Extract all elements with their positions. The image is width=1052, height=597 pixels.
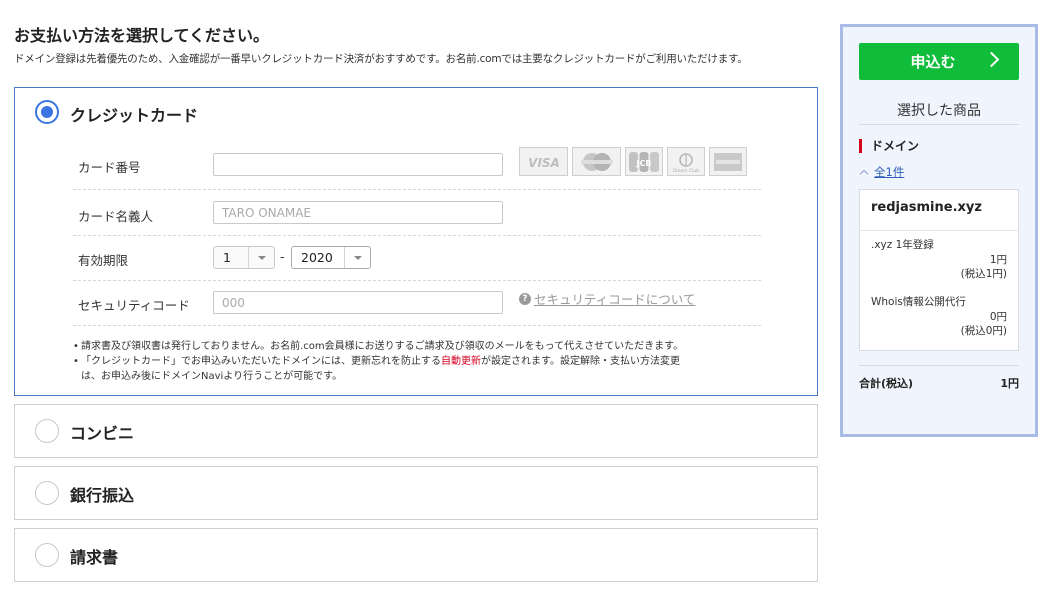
apply-button-label: 申込む [910, 53, 956, 71]
payment-method-convenience-store[interactable]: コンビニ [14, 404, 818, 458]
svg-text:VISA: VISA [528, 156, 560, 169]
credit-card-label: クレジットカード [70, 106, 199, 125]
expiry-year-select[interactable]: 2020 [291, 246, 371, 269]
total-value: 1円 [1000, 377, 1019, 390]
divider [860, 230, 1018, 231]
domain-section-label: ドメイン [871, 139, 920, 153]
chevron-down-icon [344, 247, 370, 268]
security-code-help-text: セキュリティコードについて [534, 292, 696, 307]
chevron-down-icon [248, 247, 274, 268]
bank-transfer-radio[interactable] [35, 481, 59, 505]
whois-privacy-price-tax: (税込0円) [960, 325, 1007, 337]
all-items-label: 全1件 [874, 165, 905, 179]
amex-logo-icon [709, 147, 747, 176]
divider [859, 124, 1019, 125]
registration-label: .xyz 1年登録 [871, 239, 934, 251]
divider [859, 365, 1019, 366]
expiry-month-value: 1 [223, 250, 231, 265]
visa-logo-icon: VISA [519, 147, 568, 176]
note-item: • 「クレジットカード」でお申込みいただいたドメインには、更新忘れを防止する 自動更… [73, 356, 680, 367]
invoice-radio[interactable] [35, 543, 59, 567]
payment-method-bank-transfer[interactable]: 銀行振込 [14, 466, 818, 520]
auto-renew-highlight: 自動更新 [441, 356, 481, 367]
question-icon: ? [519, 292, 531, 305]
invoice-label: 請求書 [70, 548, 119, 567]
note-text: 「クレジットカード」でお申込みいただいたドメインには、更新忘れを防止する [81, 356, 441, 367]
svg-text:Diners Club: Diners Club [673, 168, 699, 173]
card-holder-input[interactable] [213, 201, 503, 224]
note-text: は、お申込み後にドメインNaviより行うことが可能です。 [81, 371, 343, 382]
security-code-input[interactable] [213, 291, 503, 314]
chevron-up-icon [859, 169, 869, 178]
page-title: お支払い方法を選択してください。 [14, 26, 270, 45]
expiry-label: 有効期限 [78, 253, 129, 268]
note-text: 請求書及び領収書は発行しておりません。お名前.com会員様にお送りするご請求及び… [81, 341, 684, 352]
page-description: ドメイン登録は先着優先のため、入金確認が一番早いクレジットカード決済がおすすめで… [14, 53, 748, 65]
total-label: 合計(税込) [859, 377, 914, 390]
domain-name: redjasmine.xyz [871, 200, 982, 215]
registration-price: 1円 [989, 254, 1007, 266]
diners-club-logo-icon: Diners Club [667, 147, 705, 176]
card-number-input[interactable] [213, 153, 503, 176]
convenience-store-radio[interactable] [35, 419, 59, 443]
credit-card-radio[interactable] [35, 100, 59, 124]
expiry-separator: - [280, 249, 285, 264]
chevron-right-icon [983, 51, 1000, 68]
selected-items-title: 選択した商品 [897, 103, 981, 119]
apply-button[interactable]: 申込む [859, 43, 1019, 80]
security-code-row: セキュリティコード ? セキュリティコードについて [73, 281, 761, 326]
expiry-month-select[interactable]: 1 [213, 246, 275, 269]
mastercard-logo-icon [572, 147, 621, 176]
card-number-row: カード番号 VISA JCB Diners Club [73, 144, 761, 190]
note-text: が設定されます。設定解除・支払い方法変更 [481, 356, 680, 367]
toggle-all-items-link[interactable]: 全1件 [859, 164, 905, 180]
cart-item: redjasmine.xyz .xyz 1年登録 1円 (税込1円) Whois… [859, 189, 1019, 351]
section-marker [859, 138, 862, 153]
domain-section-heading: ドメイン [859, 137, 919, 154]
card-holder-row: カード名義人 [73, 190, 761, 236]
payment-method-invoice[interactable]: 請求書 [14, 528, 818, 582]
security-code-label: セキュリティコード [78, 298, 190, 313]
registration-price-tax: (税込1円) [960, 268, 1007, 280]
note-item: • 請求書及び領収書は発行しておりません。お名前.com会員様にお送りするご請求及… [73, 341, 684, 352]
card-holder-label: カード名義人 [78, 209, 154, 224]
payment-notes: • 請求書及び領収書は発行しておりません。お名前.com会員様にお送りするご請求及… [73, 339, 683, 384]
convenience-store-label: コンビニ [70, 424, 135, 443]
whois-privacy-label: Whois情報公開代行 [871, 296, 966, 308]
expiry-year-value: 2020 [301, 250, 333, 265]
svg-text:JCB: JCB [636, 159, 652, 168]
expiry-row: 有効期限 1 - 2020 [73, 236, 761, 281]
security-code-help-link[interactable]: ? セキュリティコードについて [519, 289, 695, 308]
order-summary-sidebar: 申込む 選択した商品 ドメイン 全1件 redjasmine.xyz .xyz … [840, 24, 1038, 437]
bank-transfer-label: 銀行振込 [70, 486, 135, 505]
card-brand-logos: VISA JCB Diners Club [519, 147, 747, 176]
payment-method-credit-card[interactable]: クレジットカード カード番号 VISA JCB Diners Club カード名… [14, 87, 818, 396]
jcb-logo-icon: JCB [625, 147, 663, 176]
card-number-label: カード番号 [78, 160, 141, 175]
whois-privacy-price: 0円 [989, 311, 1007, 323]
radio-selected-dot [41, 106, 53, 118]
